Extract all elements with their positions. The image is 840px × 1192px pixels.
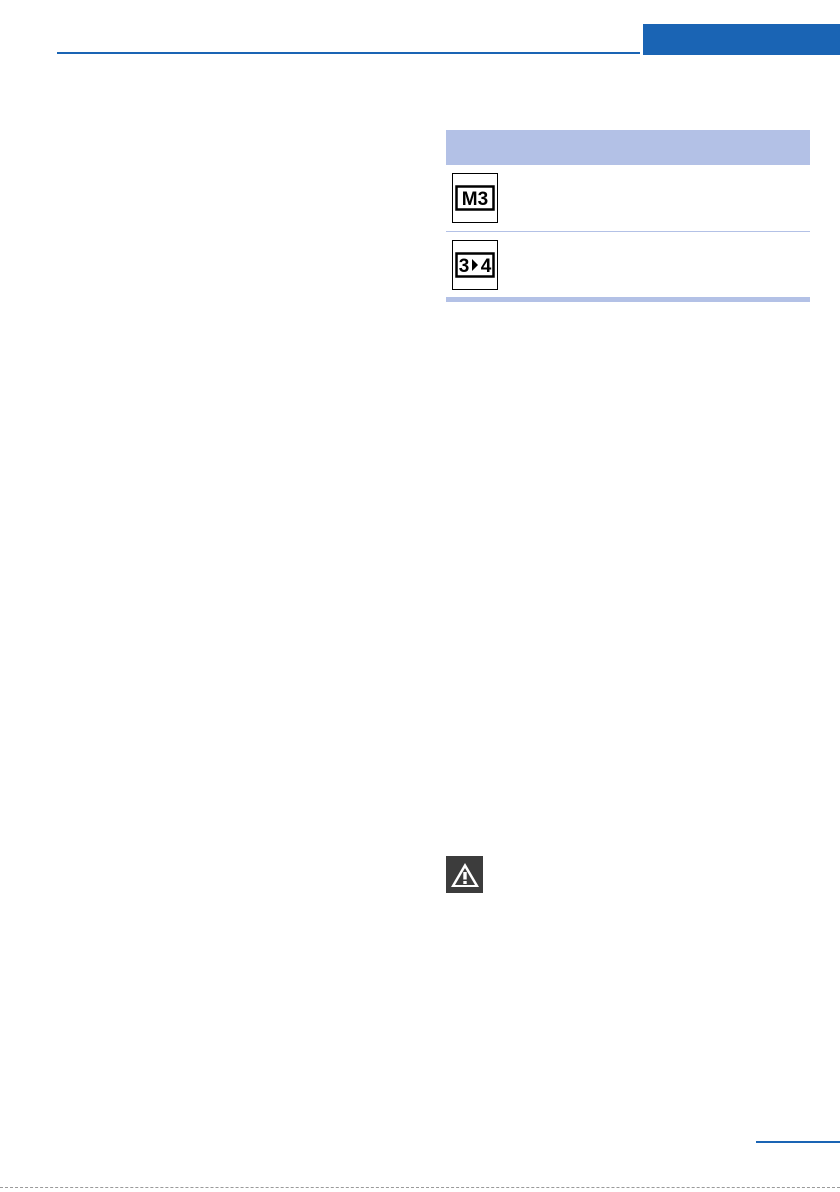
manual-mode-m3-icon: M3 (452, 173, 498, 223)
gear-shift-3-to-4-icon: 3 4 (452, 239, 498, 290)
cut-line (0, 1187, 840, 1188)
svg-text:3: 3 (459, 256, 470, 277)
page-number-rule (756, 1141, 840, 1143)
svg-text:M3: M3 (462, 189, 488, 210)
symbol-table: M3 3 4 (446, 130, 810, 302)
table-row: M3 (446, 165, 810, 232)
section-tab (643, 24, 840, 55)
table-row: 3 4 (446, 232, 810, 298)
warning-triangle-icon (446, 856, 483, 893)
table-header (446, 130, 810, 165)
table-bottom-rule (446, 297, 810, 302)
svg-text:4: 4 (481, 256, 492, 277)
header-rule (57, 52, 640, 54)
